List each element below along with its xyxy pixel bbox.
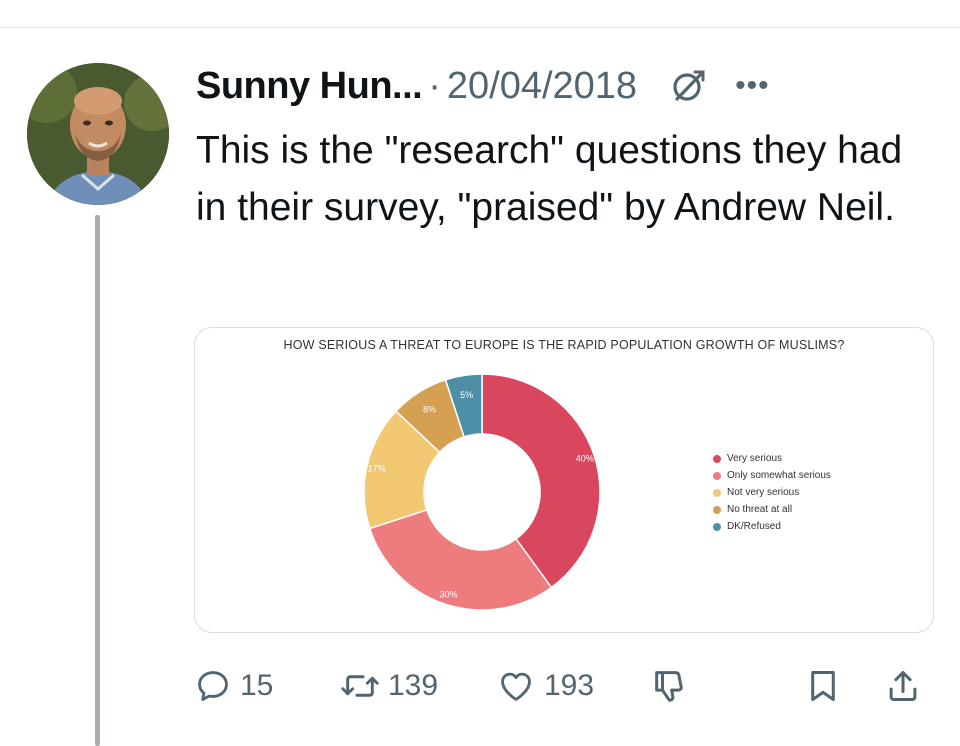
slice-label: 5% <box>460 390 473 400</box>
legend-label: Only somewhat serious <box>727 470 831 481</box>
grok-icon[interactable] <box>671 68 707 104</box>
legend-item: Only somewhat serious <box>713 467 831 484</box>
retweet-icon <box>341 675 379 697</box>
retweet-count: 139 <box>388 669 439 702</box>
separator-dot: · <box>428 64 441 107</box>
share-button[interactable] <box>884 662 922 710</box>
slice-label: 30% <box>440 590 458 600</box>
chart-legend: Very serious Only somewhat serious Not ver… <box>713 450 831 535</box>
heart-icon <box>501 672 531 701</box>
chart-image-card[interactable]: HOW SERIOUS A THREAT TO EUROPE IS THE RA… <box>194 327 934 633</box>
legend-item: No threat at all <box>713 501 831 518</box>
legend-swatch <box>713 522 721 531</box>
slice-only-somewhat-serious <box>368 508 553 611</box>
bookmark-button[interactable] <box>804 662 842 710</box>
legend-label: Very serious <box>727 453 783 464</box>
tweet-text: This is the "research" questions they ha… <box>196 129 903 229</box>
legend-label: DK/Refused <box>727 521 781 532</box>
top-divider <box>0 27 960 28</box>
dislike-button[interactable] <box>650 662 690 710</box>
legend-label: No threat at all <box>727 504 793 515</box>
slice-label: 40% <box>576 454 594 464</box>
reply-count: 15 <box>240 669 274 702</box>
tweet-header: Sunny Hun... · 20/04/2018 ••• <box>196 58 926 114</box>
author-name[interactable]: Sunny Hun... <box>196 65 423 108</box>
slice-label: 8% <box>423 404 436 414</box>
legend-swatch <box>713 505 721 514</box>
more-icon[interactable]: ••• <box>735 71 770 101</box>
share-icon <box>889 671 917 701</box>
legend-item: DK/Refused <box>713 518 831 535</box>
bookmark-icon <box>811 671 835 701</box>
slice-label: 17% <box>368 463 386 473</box>
thread-line <box>95 215 100 746</box>
thumbs-down-icon <box>655 671 683 702</box>
legend-item: Very serious <box>713 450 831 467</box>
legend-swatch <box>713 488 721 497</box>
avatar[interactable] <box>27 63 169 205</box>
reply-button[interactable]: 15 <box>194 662 273 710</box>
legend-swatch <box>713 454 721 463</box>
like-count: 193 <box>544 669 595 702</box>
retweet-button[interactable]: 139 <box>340 662 438 710</box>
action-bar: 15 139 193 <box>194 662 934 710</box>
legend-item: Not very serious <box>713 484 831 501</box>
legend-swatch <box>713 471 721 480</box>
avatar-image <box>27 63 169 205</box>
like-button[interactable]: 193 <box>496 662 594 710</box>
tweet-date[interactable]: 20/04/2018 <box>447 65 637 108</box>
legend-label: Not very serious <box>727 487 800 498</box>
reply-icon <box>198 671 228 701</box>
